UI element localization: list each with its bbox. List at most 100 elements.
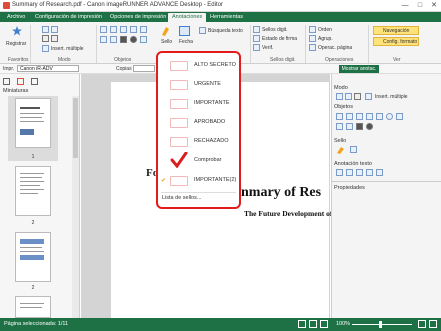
rp-rectangle-icon[interactable] [376, 113, 383, 120]
verif-button[interactable]: Verif. [262, 45, 273, 51]
group-icon[interactable] [309, 35, 316, 42]
two-page-view-icon[interactable] [309, 320, 317, 328]
sellos-digit-button[interactable]: Sellos digit. [262, 27, 288, 33]
rp-attach-icon[interactable] [376, 169, 383, 176]
rp-date-icon[interactable] [350, 146, 357, 153]
scroll-view-icon[interactable] [320, 320, 328, 328]
rp-note-icon[interactable] [346, 169, 353, 176]
minimize-button[interactable]: — [398, 1, 412, 10]
rp-select-icon[interactable] [336, 93, 343, 100]
stamp-item-importante-2[interactable]: ✔ IMPORTANTE(2) [161, 172, 240, 190]
multi-insert-icon[interactable] [42, 45, 49, 52]
filled-ellipse-icon[interactable] [130, 36, 137, 43]
rp-ellipse-icon[interactable] [386, 113, 393, 120]
rp-text-annot-icon[interactable] [336, 169, 343, 176]
hand-icon[interactable] [42, 35, 49, 42]
stamp-icon[interactable] [160, 26, 171, 36]
rp-hand-icon[interactable] [354, 93, 361, 100]
page-thumbnail[interactable] [15, 166, 51, 216]
thumbnails-title: Miniaturas [3, 88, 29, 94]
select-icon[interactable] [42, 26, 49, 33]
page-thumbnail[interactable] [15, 232, 51, 282]
agrup-button[interactable]: Agrup. [318, 36, 333, 42]
line-icon[interactable] [120, 26, 127, 33]
zoom-level[interactable]: 100% [336, 321, 350, 327]
rp-pen-icon[interactable] [336, 113, 343, 120]
tab-herramientas[interactable]: Herramientas [206, 13, 247, 22]
fit-page-icon[interactable] [418, 320, 426, 328]
fecha-button[interactable]: Fecha [179, 39, 193, 45]
copies-input[interactable] [133, 65, 155, 72]
rp-filled-ellipse-icon[interactable] [366, 123, 373, 130]
insert-multiple-button[interactable]: Insert. múltiple [51, 46, 84, 52]
fit-width-icon[interactable] [429, 320, 437, 328]
rp-link-icon[interactable] [356, 169, 363, 176]
rp-stamp-icon[interactable] [336, 146, 345, 154]
stamp-item-alto-secreto[interactable]: ALTO SECRETO [164, 57, 240, 75]
date-icon[interactable] [179, 26, 190, 36]
stamp-label: IMPORTANTE(2) [194, 177, 237, 183]
orden-button[interactable]: Orden [318, 27, 332, 33]
bookmark-icon[interactable] [17, 78, 24, 85]
page-ops-icon[interactable] [309, 44, 316, 51]
signature-status-icon[interactable] [253, 35, 260, 42]
estado-firma-button[interactable]: Estado de firma [262, 36, 297, 42]
zoom-icon[interactable] [51, 35, 58, 42]
rp-line-icon[interactable] [356, 113, 363, 120]
busqueda-texto-button[interactable]: Búsqueda texto [208, 28, 243, 34]
comments-icon[interactable] [31, 78, 38, 85]
rp-insert-multiple[interactable]: Insert. múltiple [375, 94, 408, 100]
rp-text-icon[interactable] [366, 113, 373, 120]
navegacion-button[interactable]: Navegación [373, 26, 419, 35]
thumbnails-scrollbar[interactable] [72, 96, 79, 318]
page-thumbnail[interactable] [15, 296, 51, 318]
stamp-item-importante[interactable]: IMPORTANTE [164, 95, 240, 113]
text-select-icon[interactable] [51, 26, 58, 33]
sello-button[interactable]: Sello [161, 39, 172, 45]
digital-stamp-icon[interactable] [253, 26, 260, 33]
rp-arrow-icon[interactable] [336, 123, 343, 130]
eraser-icon[interactable] [110, 36, 117, 43]
stamp-item-comprobar[interactable]: Comprobar [164, 151, 240, 170]
zoom-slider[interactable] [352, 324, 412, 325]
pen-icon[interactable] [100, 26, 107, 33]
polygon-icon[interactable] [140, 36, 147, 43]
thumbnail-view-icon[interactable] [3, 78, 10, 85]
filled-rect-icon[interactable] [120, 36, 127, 43]
tab-archivo[interactable]: Archivo [3, 13, 29, 22]
zoom-slider-handle[interactable] [379, 321, 382, 328]
maximize-button[interactable]: □ [413, 1, 427, 10]
stamp-item-urgente[interactable]: URGENTE [164, 76, 240, 94]
rp-eraser-icon[interactable] [346, 123, 353, 130]
highlighter-icon[interactable] [110, 26, 117, 33]
stamp-preview [170, 99, 188, 109]
rp-filled-rect-icon[interactable] [356, 123, 363, 130]
rectangle-icon[interactable] [130, 26, 137, 33]
registrar-button[interactable]: Registrar [6, 41, 26, 47]
printer-select[interactable]: Canon iR-ADV [17, 65, 79, 72]
stamp-item-rechazado[interactable]: RECHAZADO [164, 133, 240, 151]
arrow-icon[interactable] [100, 36, 107, 43]
tab-anotaciones[interactable]: Anotaciones [168, 13, 207, 22]
ellipse-icon[interactable] [140, 26, 147, 33]
tab-opciones-impresion[interactable]: Opciones de impresión [106, 13, 170, 22]
star-icon[interactable] [12, 26, 22, 36]
show-annotations-button[interactable]: Mostrar anotac. [339, 65, 379, 73]
stamp-list-link[interactable]: Lista de sellos... [162, 195, 201, 201]
config-formato-button[interactable]: Config. formato [373, 37, 419, 46]
tab-configuracion-impresion[interactable]: Configuración de impresión [31, 13, 106, 22]
page-thumbnail[interactable] [15, 98, 51, 148]
close-button[interactable]: ✕ [427, 1, 441, 10]
order-icon[interactable] [309, 26, 316, 33]
operac-pagina-button[interactable]: Operac. página [318, 45, 352, 51]
verify-icon[interactable] [253, 44, 260, 51]
config-formato-label: Config. formato [383, 39, 418, 45]
text-search-icon[interactable] [199, 27, 206, 34]
stamp-item-aprobado[interactable]: APROBADO [164, 114, 240, 132]
rp-polygon-icon[interactable] [396, 113, 403, 120]
rp-multi-insert-icon[interactable] [365, 93, 372, 100]
rp-search-icon[interactable] [366, 169, 373, 176]
rp-highlighter-icon[interactable] [346, 113, 353, 120]
rp-text-select-icon[interactable] [345, 93, 352, 100]
single-page-view-icon[interactable] [298, 320, 306, 328]
